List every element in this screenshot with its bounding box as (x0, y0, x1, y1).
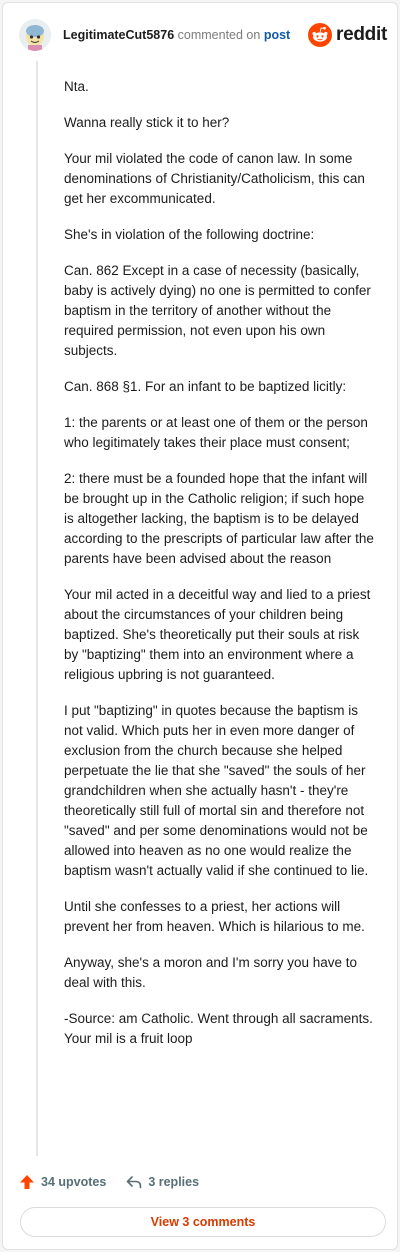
byline-action-text: commented on (177, 28, 261, 42)
comment-paragraph: Can. 862 Except in a case of necessity (… (64, 263, 371, 358)
username-link[interactable]: LegitimateCut5876 (63, 28, 174, 42)
reply-count: 3 replies (148, 1175, 200, 1189)
comment-paragraph: Nta. (64, 79, 89, 94)
comment-paragraph: Anyway, she's a moron and I'm sorry you … (64, 955, 358, 990)
replies-button[interactable]: 3 replies (126, 1174, 199, 1190)
comment-paragraph: 1: the parents or at least one of them o… (64, 415, 368, 450)
snoo-avatar-icon (19, 19, 51, 51)
upvote-button[interactable]: 34 upvotes (19, 1174, 106, 1190)
reply-arrow-icon (127, 1176, 142, 1189)
comment-card: LegitimateCut5876 commented on post redd… (2, 2, 398, 1250)
upvote-arrow-icon (20, 1175, 34, 1189)
comment-paragraph: Your mil violated the code of canon law.… (64, 151, 365, 206)
reddit-logo-icon (308, 23, 333, 47)
comment-paragraph: Until she confesses to a priest, her act… (64, 899, 365, 934)
thread-line (36, 61, 38, 1156)
comment-footer: 34 upvotes 3 replies (19, 1171, 219, 1193)
comment-byline: LegitimateCut5876 commented on post (63, 28, 290, 42)
comment-header: LegitimateCut5876 commented on post redd… (19, 19, 387, 53)
comment-paragraph: Wanna really stick it to her? (64, 115, 230, 130)
comment-paragraph: She's in violation of the following doct… (64, 227, 315, 242)
upvote-count: 34 upvotes (41, 1175, 107, 1189)
comment-paragraph: 2: there must be a founded hope that the… (64, 471, 374, 566)
comment-paragraph: Your mil acted in a deceitful way and li… (64, 587, 371, 682)
user-avatar[interactable] (19, 19, 51, 51)
comment-body: Nta. Wanna really stick it to her? Your … (64, 77, 374, 1065)
reddit-logo[interactable]: reddit (308, 22, 387, 48)
view-comments-button[interactable]: View 3 comments (20, 1207, 386, 1237)
comment-paragraph: I put "baptizing" in quotes because the … (64, 703, 369, 878)
reddit-wordmark: reddit (336, 24, 387, 45)
comment-paragraph: -Source: am Catholic. Went through all s… (64, 1011, 373, 1046)
comment-paragraph: Can. 868 §1. For an infant to be baptize… (64, 379, 347, 394)
post-link[interactable]: post (264, 28, 290, 42)
